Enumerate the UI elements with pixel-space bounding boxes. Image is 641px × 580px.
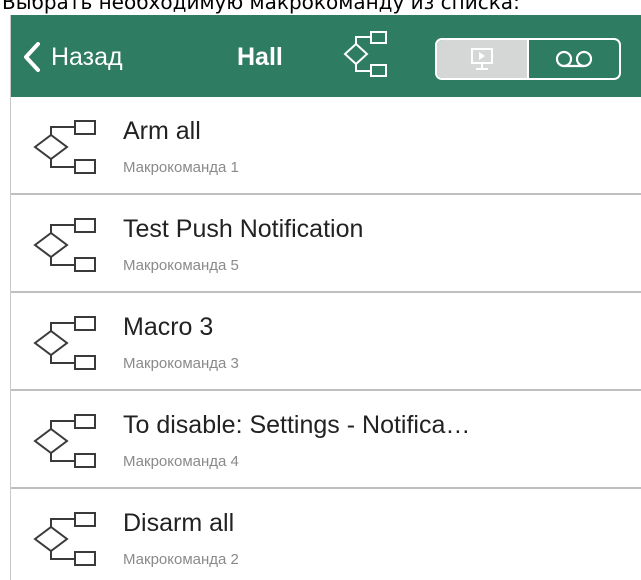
chevron-left-icon	[24, 42, 40, 72]
voicemail-icon	[555, 50, 593, 68]
list-item[interactable]: Test Push Notification Макрокоманда 5	[11, 195, 641, 293]
macro-icon	[33, 218, 96, 272]
macro-subtitle: Макрокоманда 5	[123, 257, 239, 274]
macro-icon	[33, 316, 96, 370]
macro-subtitle: Макрокоманда 2	[123, 551, 239, 568]
segment-monitor[interactable]	[437, 40, 527, 78]
macro-icon	[33, 414, 96, 468]
list-item[interactable]: Arm all Макрокоманда 1	[11, 97, 641, 195]
macro-list: Arm all Макрокоманда 1 Test Push Notific…	[11, 97, 641, 580]
list-item[interactable]: To disable: Settings - Notifica… Макроко…	[11, 391, 641, 489]
segment-voicemail[interactable]	[527, 40, 619, 78]
app-window: Назад Hall Arm all Макрокоманда 1 Test P…	[10, 15, 641, 580]
macro-subtitle: Макрокоманда 4	[123, 453, 239, 470]
macro-icon	[33, 120, 96, 174]
macro-title: Test Push Notification	[123, 215, 364, 243]
macro-icon	[343, 31, 387, 77]
macro-title: To disable: Settings - Notifica…	[123, 411, 471, 439]
page-title: Hall	[237, 43, 283, 71]
macro-subtitle: Макрокоманда 1	[123, 159, 239, 176]
macro-title: Disarm all	[123, 509, 235, 537]
list-item[interactable]: Disarm all Макрокоманда 2	[11, 489, 641, 580]
navigation-bar: Назад Hall	[11, 15, 641, 97]
macro-icon	[33, 512, 96, 566]
macro-subtitle: Макрокоманда 3	[123, 355, 239, 372]
back-label: Назад	[51, 42, 123, 71]
monitor-icon	[471, 48, 493, 70]
view-mode-segmented-control	[435, 38, 621, 80]
macro-title: Arm all	[123, 117, 201, 145]
back-button[interactable]: Назад	[23, 37, 123, 77]
macro-title: Macro 3	[123, 313, 214, 341]
list-item[interactable]: Macro 3 Макрокоманда 3	[11, 293, 641, 391]
